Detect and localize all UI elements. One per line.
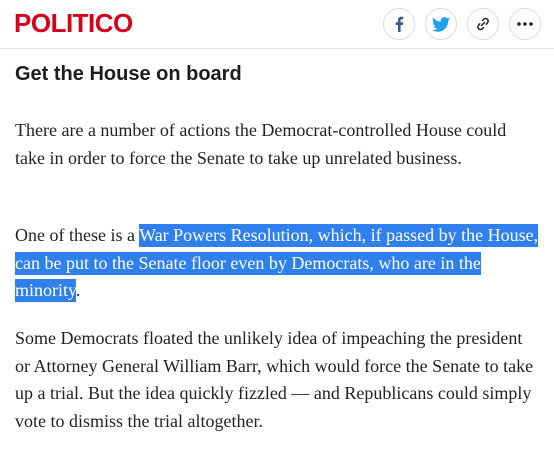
article-paragraph-2: One of these is a War Powers Resolution,… <box>15 222 540 305</box>
twitter-icon <box>432 16 450 32</box>
section-heading: Get the House on board <box>15 63 242 85</box>
copy-link-button[interactable] <box>467 8 499 40</box>
twitter-share-button[interactable] <box>425 8 457 40</box>
paragraph-2-end: . <box>75 280 81 300</box>
more-options-button[interactable] <box>509 8 541 40</box>
paragraph-2-lead: One of these is a <box>15 225 140 245</box>
article-paragraph-1: There are a number of actions the Democr… <box>15 120 507 168</box>
facebook-share-button[interactable] <box>383 8 415 40</box>
politico-logo[interactable]: POLITICO <box>14 9 133 37</box>
facebook-icon <box>395 16 404 32</box>
article-paragraph-3: Some Democrats floated the unlikely idea… <box>15 328 534 431</box>
top-bar: POLITICO <box>0 0 554 49</box>
link-icon <box>477 17 489 31</box>
more-icon <box>517 22 533 26</box>
